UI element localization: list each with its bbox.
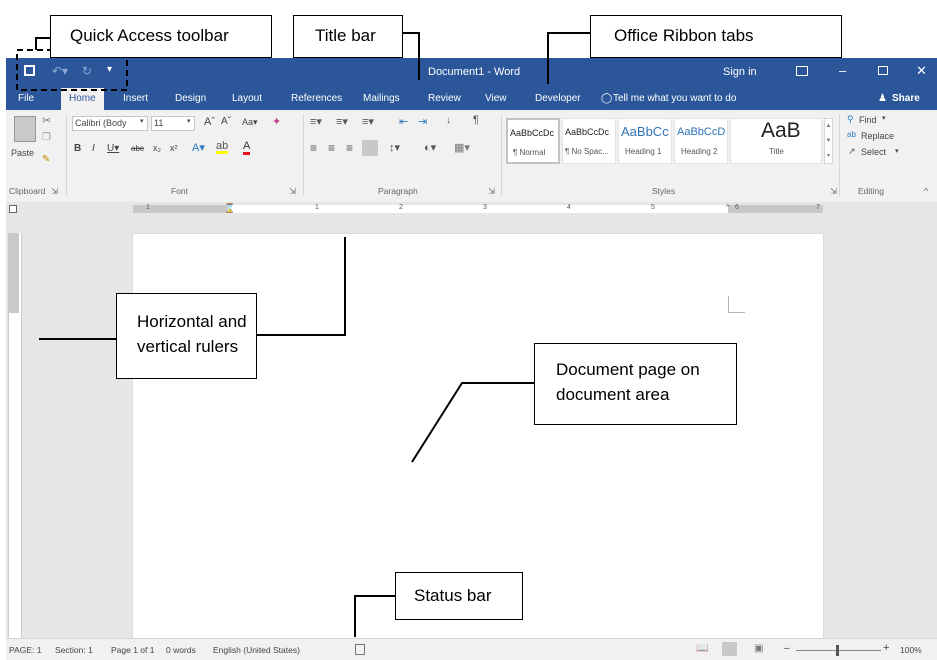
callout-document-line1: Document page on [556, 360, 700, 379]
rulers-connector-horizontal [257, 237, 346, 336]
quick-access-connector [35, 37, 50, 50]
callout-ribbon-tabs-text: Office Ribbon tabs [614, 26, 754, 45]
callout-rulers: Horizontal and vertical rulers [116, 293, 257, 379]
callout-title-bar-text: Title bar [315, 26, 376, 45]
callout-quick-access-text: Quick Access toolbar [70, 26, 229, 45]
status-bar-connector [354, 595, 395, 637]
callout-title-bar: Title bar [293, 15, 403, 58]
ribbon-tabs-connector [547, 32, 590, 84]
callout-ribbon-tabs: Office Ribbon tabs [590, 15, 842, 58]
callout-document: Document page on document area [534, 343, 737, 425]
callout-quick-access: Quick Access toolbar [50, 15, 272, 58]
callout-rulers-line2: vertical rulers [137, 337, 239, 356]
document-connector [411, 382, 534, 463]
callout-status-bar-text: Status bar [414, 586, 492, 605]
callout-status-bar: Status bar [395, 572, 523, 620]
callout-document-line2: document area [556, 385, 670, 404]
title-bar-connector [403, 32, 420, 80]
callout-rulers-line1: Horizontal and [137, 312, 247, 331]
